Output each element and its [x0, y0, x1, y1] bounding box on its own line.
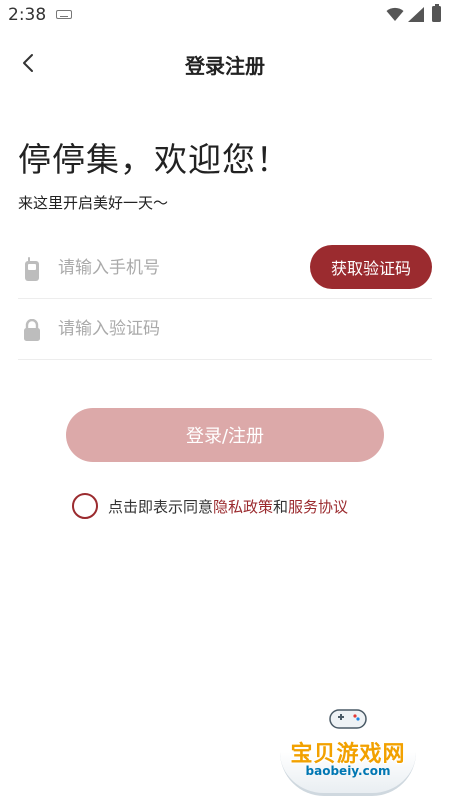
agreement-checkbox[interactable] — [72, 493, 98, 519]
signal-icon — [408, 7, 424, 22]
battery-icon — [432, 4, 441, 22]
watermark-domain: baobeiy.com — [305, 764, 391, 778]
status-time: 2:38 — [8, 5, 47, 25]
privacy-policy-link[interactable]: 隐私政策 — [213, 498, 273, 516]
lock-icon — [23, 318, 41, 342]
get-code-button[interactable]: 获取验证码 — [310, 245, 432, 289]
status-bar: 2:38 — [0, 0, 450, 32]
page-title: 登录注册 — [185, 54, 265, 78]
code-row — [18, 298, 432, 360]
phone-input[interactable] — [58, 255, 298, 281]
agreement-prefix: 点击即表示同意 — [108, 497, 214, 516]
phone-row: 获取验证码 — [18, 237, 432, 299]
gamepad-icon — [329, 709, 367, 729]
mobile-phone-icon — [23, 257, 41, 281]
code-input[interactable] — [58, 316, 298, 342]
agreement-row: 点击即表示同意隐私政策和服务协议 — [72, 492, 348, 520]
agreement-text: 点击即表示同意隐私政策和服务协议 — [108, 496, 348, 517]
keyboard-icon — [56, 10, 72, 19]
welcome-title: 停停集，欢迎您！ — [18, 140, 290, 179]
service-agreement-link[interactable]: 服务协议 — [288, 498, 348, 516]
watermark-logo: 宝贝游戏网 baobeiy.com — [274, 700, 422, 796]
login-register-button[interactable]: 登录/注册 — [66, 408, 384, 462]
agreement-conjunction: 和 — [273, 497, 289, 516]
welcome-subtitle: 来这里开启美好一天～ — [18, 194, 169, 212]
wifi-icon — [386, 7, 404, 21]
